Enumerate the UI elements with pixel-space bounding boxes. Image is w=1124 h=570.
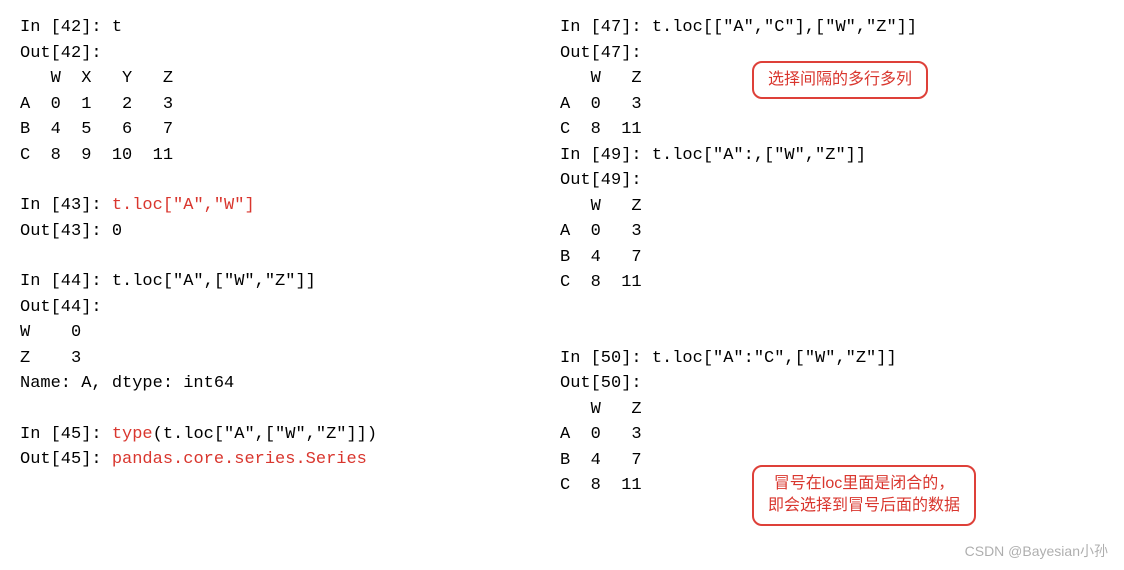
code-text: In [42]: t (20, 18, 122, 37)
right-column: In [47]: t.loc[["A","C"],["W","Z"]] Out[4… (560, 15, 1100, 560)
code-line: Out[43]: 0 (20, 219, 560, 245)
code-line: C 8 9 10 11 (20, 143, 560, 169)
watermark: CSDN @Bayesian小孙 (965, 541, 1108, 562)
code-line: In [50]: t.loc["A":"C",["W","Z"]] (560, 346, 1100, 372)
code-line: W Z (560, 397, 1100, 423)
blank-line (560, 321, 1100, 346)
code-text: A 0 3 (560, 95, 642, 114)
code-text: Out[49]: (560, 171, 642, 190)
code-line: Out[49]: (560, 168, 1100, 194)
code-highlight: type (112, 425, 153, 444)
code-text: A 0 3 (560, 222, 642, 241)
code-line: Z 3 (20, 346, 560, 372)
code-text: C 8 11 (560, 273, 642, 292)
code-text: B 4 5 6 7 (20, 120, 173, 139)
code-line: C 8 11 (560, 270, 1100, 296)
code-line: In [44]: t.loc["A",["W","Z"]] (20, 269, 560, 295)
code-highlight: t.loc["A","W"] (112, 196, 255, 215)
code-line: W Z (560, 194, 1100, 220)
code-text: B 4 7 (560, 248, 642, 267)
code-screenshot: In [42]: t Out[42]: W X Y Z A 0 1 2 3 B 4 5… (0, 0, 1124, 570)
code-text: A 0 3 (560, 425, 642, 444)
code-text: A 0 1 2 3 (20, 95, 173, 114)
code-text: Out[50]: (560, 374, 642, 393)
code-text: B 4 7 (560, 451, 642, 470)
left-column: In [42]: t Out[42]: W X Y Z A 0 1 2 3 B 4 5… (20, 15, 560, 560)
code-line: Out[44]: (20, 295, 560, 321)
blank-line (20, 168, 560, 193)
code-line: Out[42]: (20, 41, 560, 67)
code-text: W Z (560, 400, 642, 419)
code-text: In [49]: t.loc["A":,["W","Z"]] (560, 146, 866, 165)
code-line: W X Y Z (20, 66, 560, 92)
code-text: In [45]: (20, 425, 112, 444)
code-line: In [47]: t.loc[["A","C"],["W","Z"]] (560, 15, 1100, 41)
code-line: In [45]: type(t.loc["A",["W","Z"]]) (20, 422, 560, 448)
code-text: Out[45]: (20, 450, 112, 469)
code-line: B 4 7 (560, 245, 1100, 271)
code-text: Out[44]: (20, 298, 102, 317)
code-text: In [43]: (20, 196, 112, 215)
code-text: In [44]: t.loc["A",["W","Z"]] (20, 272, 316, 291)
blank-line (20, 244, 560, 269)
callout-colon-closed: 冒号在loc里面是闭合的， 即会选择到冒号后面的数据 (752, 465, 976, 526)
code-line: W 0 (20, 320, 560, 346)
code-line: A 0 3 (560, 219, 1100, 245)
callout-select-multiple: 选择间隔的多行多列 (752, 61, 928, 99)
code-line: In [42]: t (20, 15, 560, 41)
code-text: C 8 11 (560, 120, 642, 139)
code-line: A 0 3 (560, 422, 1100, 448)
code-line: Name: A, dtype: int64 (20, 371, 560, 397)
code-line: A 0 1 2 3 (20, 92, 560, 118)
code-text: W Z (560, 69, 642, 88)
code-text: Out[42]: (20, 44, 102, 63)
blank-line (560, 296, 1100, 321)
code-line: C 8 11 (560, 117, 1100, 143)
code-line: Out[45]: pandas.core.series.Series (20, 447, 560, 473)
code-text: Z 3 (20, 349, 81, 368)
code-text: W 0 (20, 323, 81, 342)
code-text: W Z (560, 197, 642, 216)
blank-line (20, 397, 560, 422)
code-line: Out[50]: (560, 371, 1100, 397)
code-line: In [49]: t.loc["A":,["W","Z"]] (560, 143, 1100, 169)
code-text: Out[43]: 0 (20, 222, 122, 241)
code-line: In [43]: t.loc["A","W"] (20, 193, 560, 219)
code-text: In [50]: t.loc["A":"C",["W","Z"]] (560, 349, 897, 368)
code-text: Name: A, dtype: int64 (20, 374, 234, 393)
code-text: (t.loc["A",["W","Z"]]) (153, 425, 377, 444)
code-text: Out[47]: (560, 44, 642, 63)
code-line: B 4 5 6 7 (20, 117, 560, 143)
code-text: C 8 9 10 11 (20, 146, 173, 165)
code-text: C 8 11 (560, 476, 642, 495)
code-text: In [47]: t.loc[["A","C"],["W","Z"]] (560, 18, 917, 37)
code-highlight: pandas.core.series.Series (112, 450, 367, 469)
code-text: W X Y Z (20, 69, 173, 88)
